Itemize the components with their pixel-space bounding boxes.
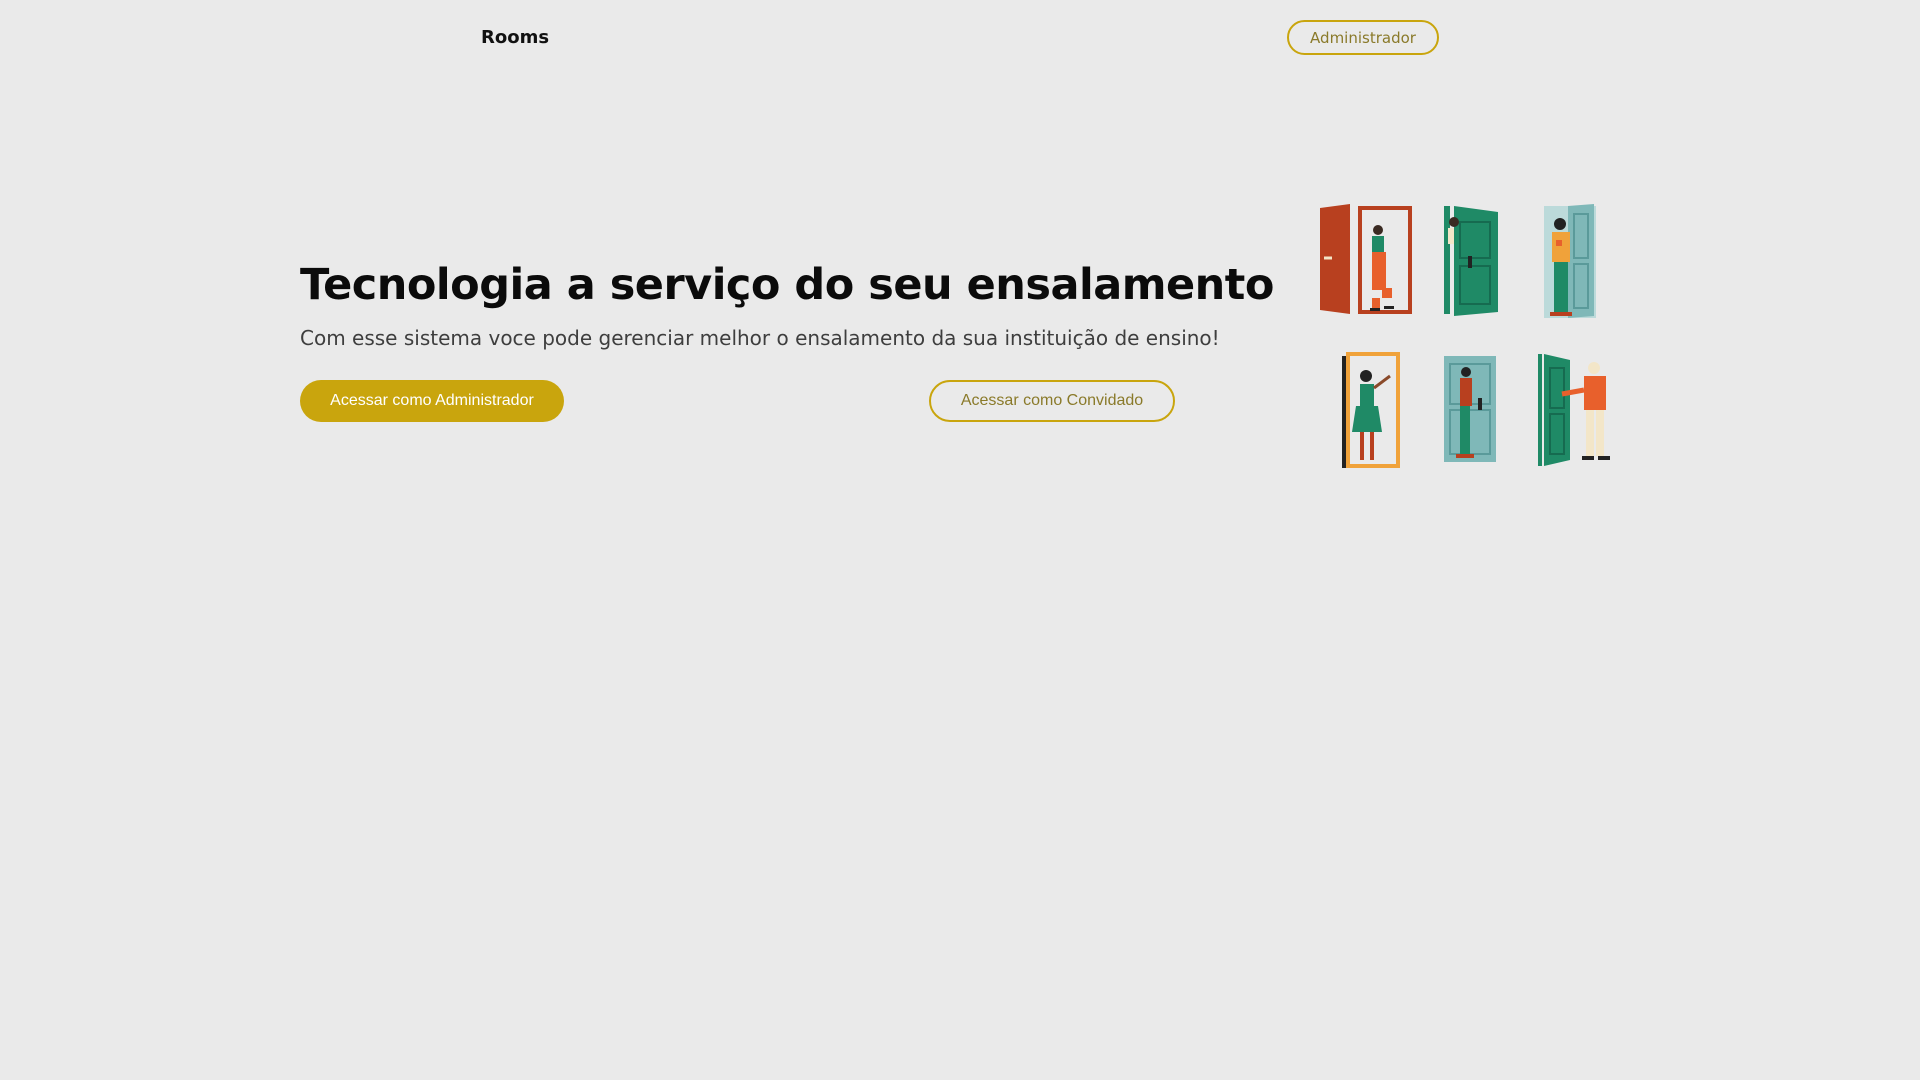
hero-title: Tecnologia a serviço do seu ensalamento <box>300 260 1274 310</box>
admin-login-button[interactable]: Administrador <box>1287 20 1439 55</box>
people-at-doors-illustration <box>1320 204 1610 468</box>
hero-subtitle: Com esse sistema voce pode gerenciar mel… <box>300 326 1220 350</box>
door-illustration-2 <box>1444 206 1498 316</box>
door-illustration-1 <box>1320 204 1412 314</box>
access-as-guest-button[interactable]: Acessar como Convidado <box>929 380 1175 422</box>
access-as-admin-button[interactable]: Acessar como Administrador <box>300 380 564 422</box>
landing-page: Rooms Administrador Tecnologia a serviço… <box>0 0 1920 1080</box>
door-illustration-5 <box>1444 356 1496 462</box>
door-illustration-3 <box>1544 204 1596 318</box>
brand-logo[interactable]: Rooms <box>481 24 549 52</box>
door-illustration-4 <box>1342 352 1400 468</box>
door-illustration-6 <box>1538 354 1610 466</box>
